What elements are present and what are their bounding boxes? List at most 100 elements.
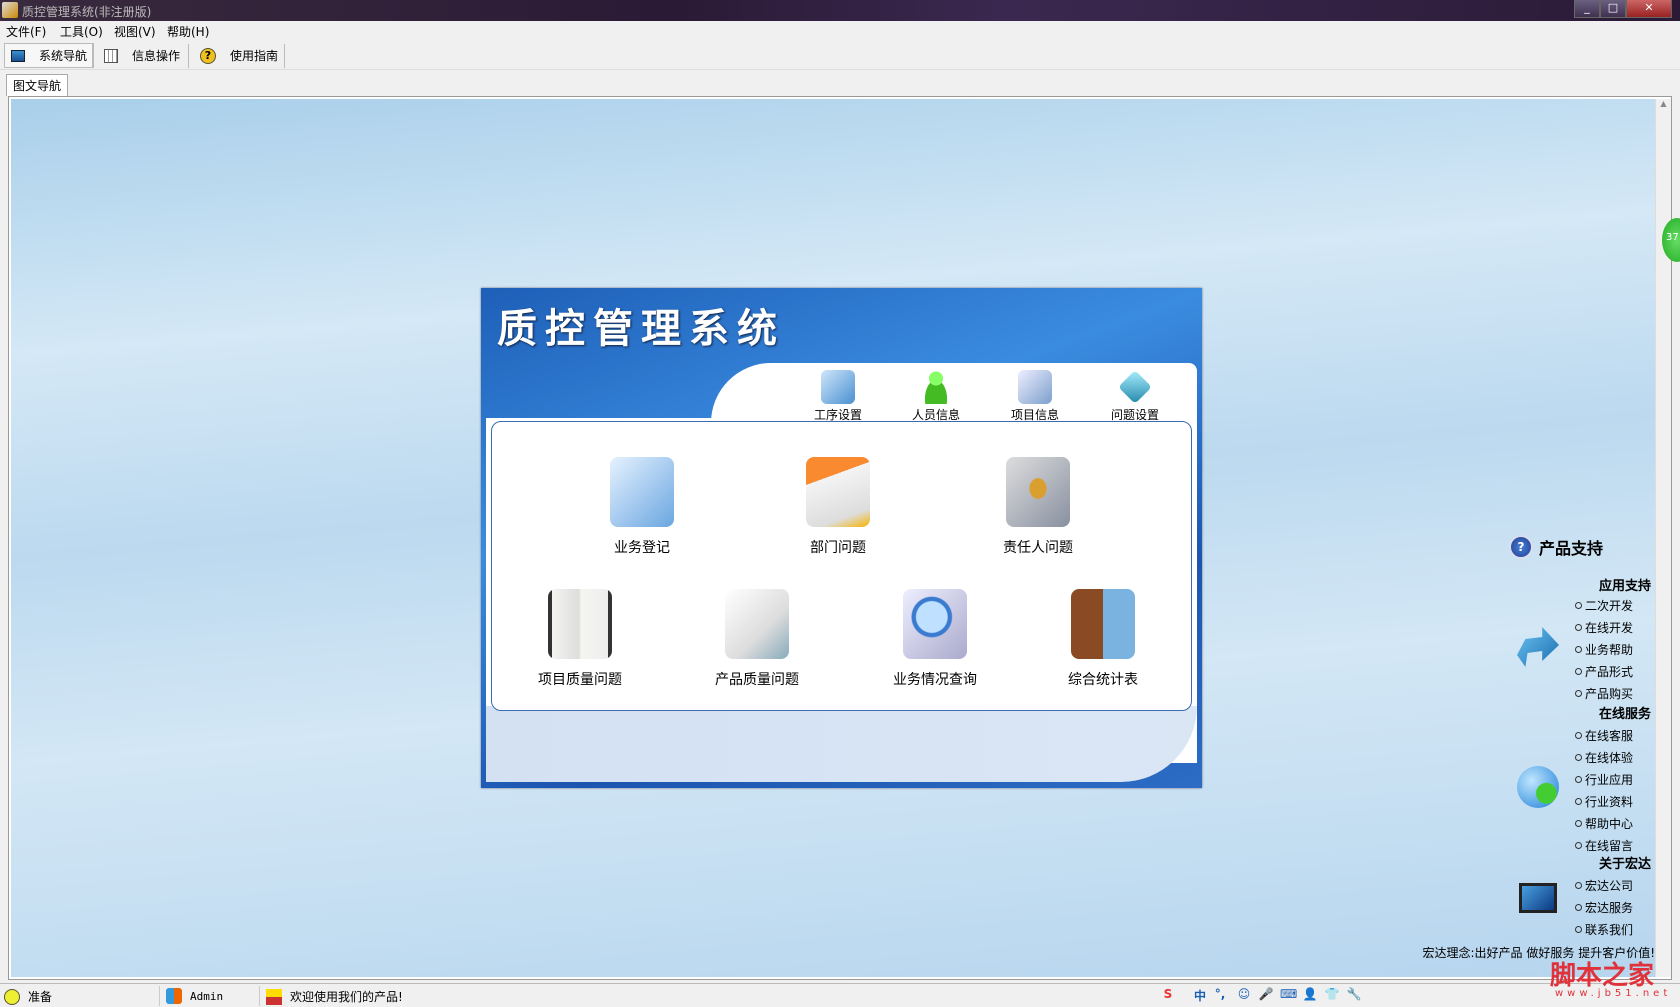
guide-button[interactable]: ? 使用指南	[194, 43, 284, 68]
link-label: 行业应用	[1585, 773, 1634, 787]
monitor-icon	[1519, 883, 1557, 913]
ime-sogou-icon[interactable]: S	[1160, 987, 1176, 1003]
tab-image-nav[interactable]: 图文导航	[6, 74, 69, 96]
link-label: 联系我们	[1585, 923, 1634, 937]
staff-info-button[interactable]: 人员信息	[896, 370, 976, 423]
toolbar-separator	[188, 44, 189, 68]
bullet-icon	[1575, 602, 1582, 609]
notepad-icon	[725, 589, 789, 659]
link-industry-docs[interactable]: 行业资料	[1575, 793, 1633, 810]
scroll-up-icon[interactable]: ▲	[1656, 99, 1671, 108]
menu-file[interactable]: 文件(F)	[6, 23, 46, 40]
ime-voice-icon[interactable]: 🎤	[1258, 987, 1274, 1003]
bullet-icon	[1575, 690, 1582, 697]
menu-view[interactable]: 视图(V)	[114, 23, 156, 40]
link-label: 宏达公司	[1585, 879, 1634, 893]
product-quality-button[interactable]: 产品质量问题	[687, 589, 827, 689]
cubes-icon	[266, 988, 282, 1005]
toolbar-separator	[284, 44, 285, 68]
link-label: 产品购买	[1585, 687, 1634, 701]
link-secondary-dev[interactable]: 二次开发	[1575, 597, 1633, 614]
ime-chinese-icon[interactable]: 中	[1192, 987, 1208, 1003]
link-product-form[interactable]: 产品形式	[1575, 663, 1633, 680]
link-online-dev[interactable]: 在线开发	[1575, 619, 1633, 636]
info-ops-button[interactable]: 信息操作	[98, 43, 186, 68]
business-query-button[interactable]: 业务情况查询	[865, 589, 1005, 689]
bullet-icon	[1575, 842, 1582, 849]
status-user-text: Admin	[190, 989, 224, 1003]
diamond-icon	[1118, 370, 1152, 404]
status-separator	[259, 986, 260, 1006]
menu-help[interactable]: 帮助(H)	[167, 23, 209, 40]
section-heading: 关于宏达	[1598, 857, 1651, 872]
link-service[interactable]: 宏达服务	[1575, 899, 1633, 916]
main-area: 质控管理系统 工序设置 人员信息 项目信息 问题设置 业务登记 部门问题 责任人…	[8, 96, 1672, 980]
link-online-service[interactable]: 在线客服	[1575, 727, 1633, 744]
link-label: 宏达服务	[1585, 901, 1634, 915]
tab-strip: 图文导航	[0, 72, 1680, 96]
bullet-icon	[1575, 776, 1582, 783]
bullet-icon	[1575, 624, 1582, 631]
summary-stats-button[interactable]: 综合统计表	[1033, 589, 1173, 689]
ime-skin-icon[interactable]: 👕	[1324, 987, 1340, 1003]
ime-user-icon[interactable]: 👤	[1302, 987, 1318, 1003]
summary-stats-label: 综合统计表	[1068, 672, 1138, 688]
about-links: 宏达公司 宏达服务 联系我们	[1575, 877, 1633, 938]
process-settings-button[interactable]: 工序设置	[798, 370, 878, 423]
ime-keyboard-icon[interactable]: ⌨	[1280, 987, 1297, 1003]
building-people-icon	[806, 457, 870, 527]
minimize-button[interactable]: _	[1574, 0, 1600, 18]
link-purchase[interactable]: 产品购买	[1575, 685, 1633, 702]
close-button[interactable]: ✕	[1626, 0, 1672, 18]
bullet-icon	[1575, 754, 1582, 761]
link-business-help[interactable]: 业务帮助	[1575, 641, 1633, 658]
status-bar: 准备 Admin 欢迎使用我们的产品! S 中 °, ☺ 🎤 ⌨ 👤 👕 🔧	[0, 983, 1680, 1007]
link-contact[interactable]: 联系我们	[1575, 921, 1633, 938]
nav-panel: 质控管理系统 工序设置 人员信息 项目信息 问题设置 业务登记 部门问题 责任人…	[481, 288, 1202, 788]
monitor-icon	[11, 49, 25, 62]
department-issue-label: 部门问题	[810, 540, 866, 556]
bullet-icon	[1575, 732, 1582, 739]
ime-settings-icon[interactable]: 🔧	[1346, 987, 1362, 1003]
link-message[interactable]: 在线留言	[1575, 837, 1633, 854]
ime-punctuation-icon[interactable]: °,	[1212, 987, 1228, 1003]
online-service-links: 在线客服 在线体验 行业应用 行业资料 帮助中心 在线留言	[1575, 727, 1633, 854]
bullet-icon	[1575, 798, 1582, 805]
link-online-trial[interactable]: 在线体验	[1575, 749, 1633, 766]
link-label: 帮助中心	[1585, 817, 1634, 831]
books-icon	[1071, 589, 1135, 659]
status-separator	[159, 986, 160, 1006]
bullet-icon	[1575, 882, 1582, 889]
binder-icon	[548, 589, 612, 659]
section-heading: 应用支持	[1598, 579, 1651, 594]
department-issue-button[interactable]: 部门问题	[768, 457, 908, 557]
link-help-center[interactable]: 帮助中心	[1575, 815, 1633, 832]
system-nav-button[interactable]: 系统导航	[4, 43, 95, 68]
menu-bar: 文件(F) 工具(O) 视图(V) 帮助(H)	[0, 21, 1680, 41]
globe-icon	[1517, 766, 1559, 808]
responsible-issue-button[interactable]: 责任人问题	[968, 457, 1108, 557]
watermark-url: www.jb51.net	[1555, 988, 1672, 999]
person-icon	[919, 370, 953, 404]
link-label: 在线开发	[1585, 621, 1634, 635]
bullet-icon	[1575, 668, 1582, 675]
panel-footer-bg	[486, 706, 1197, 782]
issue-settings-button[interactable]: 问题设置	[1095, 370, 1175, 423]
link-label: 在线客服	[1585, 729, 1634, 743]
link-company[interactable]: 宏达公司	[1575, 877, 1633, 894]
project-quality-button[interactable]: 项目质量问题	[510, 589, 650, 689]
panel-title: 质控管理系统	[497, 306, 785, 352]
document-pen-icon	[610, 457, 674, 527]
function-box: 业务登记 部门问题 责任人问题 项目质量问题 产品质量问题 业务情况查询 综合统…	[491, 421, 1192, 711]
project-info-button[interactable]: 项目信息	[995, 370, 1075, 423]
business-register-button[interactable]: 业务登记	[572, 457, 712, 557]
link-industry-app[interactable]: 行业应用	[1575, 771, 1633, 788]
maximize-button[interactable]: □	[1600, 0, 1626, 18]
watermark-logo: 脚本之家	[1550, 961, 1655, 991]
project-quality-label: 项目质量问题	[538, 672, 622, 688]
business-query-label: 业务情况查询	[893, 672, 977, 688]
menu-tools[interactable]: 工具(O)	[60, 23, 103, 40]
section-heading: 在线服务	[1598, 707, 1651, 722]
toolbar-separator	[92, 44, 93, 68]
ime-emoji-icon[interactable]: ☺	[1236, 987, 1252, 1003]
